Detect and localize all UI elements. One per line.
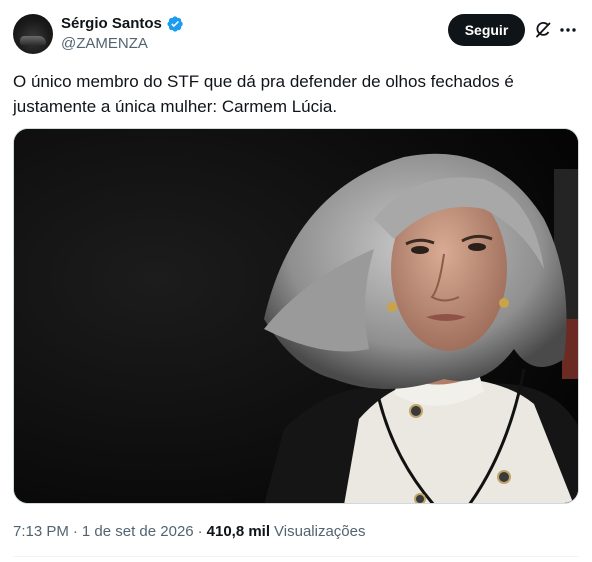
divider <box>13 556 579 557</box>
avatar-car-image <box>20 36 46 45</box>
meta-separator: · <box>197 523 203 540</box>
verified-badge-icon <box>166 15 184 33</box>
views-label: Visualizações <box>274 523 366 540</box>
author-handle[interactable]: @ZAMENZA <box>61 35 148 53</box>
author-name[interactable]: Sérgio Santos <box>61 15 162 33</box>
more-icon[interactable] <box>558 20 578 40</box>
follow-button[interactable]: Seguir <box>448 14 525 46</box>
author-name-row[interactable]: Sérgio Santos <box>61 15 184 33</box>
tweet-text: O único membro do STF que dá pra defende… <box>13 72 514 116</box>
tweet-date[interactable]: 1 de set de 2026 <box>82 522 194 542</box>
tweet-time[interactable]: 7:13 PM <box>13 522 69 542</box>
views-count: 410,8 mil <box>206 523 271 540</box>
meta-separator: · <box>72 523 78 540</box>
grok-icon[interactable] <box>533 20 553 40</box>
tweet-media-photo[interactable] <box>13 128 579 504</box>
avatar[interactable] <box>13 14 53 54</box>
tweet-meta: 7:13 PM · 1 de set de 2026 · 410,8 mil V… <box>13 522 365 542</box>
